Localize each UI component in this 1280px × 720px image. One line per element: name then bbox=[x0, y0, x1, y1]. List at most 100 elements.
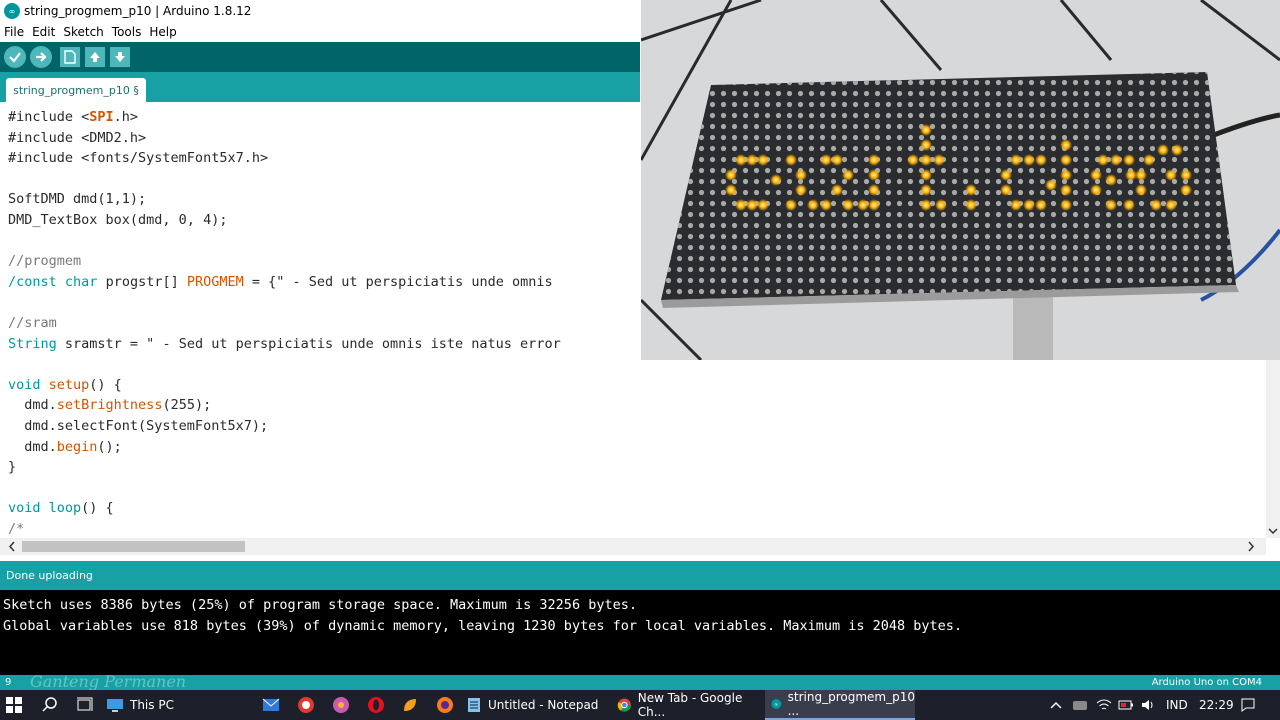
new-button[interactable] bbox=[60, 47, 80, 67]
led-panel-photo bbox=[641, 0, 1280, 360]
code-line: dmd.begin(); bbox=[8, 438, 122, 455]
menu-tools[interactable]: Tools bbox=[112, 25, 142, 39]
taskbar-item-label: string_progmem_p10 ... bbox=[787, 690, 915, 718]
chrome-icon bbox=[617, 698, 631, 712]
battery-icon bbox=[1118, 700, 1133, 710]
watermark: Ganteng Permanen bbox=[30, 672, 187, 691]
toolbar bbox=[0, 42, 640, 72]
menu-file[interactable]: File bbox=[4, 25, 24, 39]
code-line: dmd.setBrightness(255); bbox=[8, 397, 212, 414]
code-line: #include <fonts/SystemFont5x7.h> bbox=[8, 150, 269, 167]
clock-time: 22:29 bbox=[1199, 698, 1234, 712]
line-number: 9 bbox=[5, 677, 12, 688]
code-line: //progmem bbox=[8, 253, 82, 270]
menu-bar: File Edit Sketch Tools Help bbox=[0, 22, 640, 41]
new-icon bbox=[64, 50, 76, 64]
upload-icon bbox=[36, 52, 47, 62]
window-title: string_progmem_p10 | Arduino 1.8.12 bbox=[24, 4, 252, 18]
speaker-icon bbox=[1142, 700, 1153, 710]
code-line: /* bbox=[8, 520, 25, 537]
firefox-button[interactable] bbox=[436, 690, 454, 720]
code-line: DMD_TextBox box(dmd, 0, 4); bbox=[8, 211, 228, 228]
verify-button[interactable] bbox=[4, 46, 26, 68]
task-view-icon bbox=[77, 697, 93, 711]
task-view-button[interactable] bbox=[76, 690, 94, 720]
notepad-icon bbox=[468, 698, 480, 712]
mail-icon bbox=[262, 698, 280, 711]
tray-app-icon bbox=[1073, 701, 1087, 710]
chevron-up-icon bbox=[1050, 701, 1062, 709]
start-button[interactable] bbox=[6, 690, 28, 720]
menu-sketch[interactable]: Sketch bbox=[63, 25, 103, 39]
taskbar: This PC Untitled - Notepad New Tab - Goo… bbox=[0, 690, 1280, 720]
board-port: Arduino Uno on COM4 bbox=[1151, 677, 1262, 688]
code-line: #include <DMD2.h> bbox=[8, 129, 147, 146]
taskbar-item-label: This PC bbox=[130, 698, 174, 712]
wifi-icon bbox=[1096, 699, 1112, 710]
scroll-right-icon[interactable] bbox=[1244, 538, 1258, 555]
menu-help[interactable]: Help bbox=[149, 25, 176, 39]
code-line: SoftDMD dmd(1,1); bbox=[8, 191, 147, 208]
title-bar: ∞ string_progmem_p10 | Arduino 1.8.12 bbox=[0, 0, 640, 22]
console-output[interactable]: Sketch uses 8386 bytes (25%) of program … bbox=[0, 590, 1280, 675]
arduino-logo-icon: ∞ bbox=[4, 3, 20, 19]
windows-icon bbox=[6, 697, 22, 713]
mail-app-button[interactable] bbox=[262, 690, 280, 720]
search-button[interactable] bbox=[42, 690, 58, 720]
folder-pc-icon bbox=[107, 699, 123, 712]
tab-sketch[interactable]: string_progmem_p10 § bbox=[6, 78, 146, 102]
code-line: dmd.selectFont(SystemFont5x7); bbox=[8, 417, 269, 434]
clock[interactable]: 22:29 bbox=[1199, 690, 1234, 720]
menu-edit[interactable]: Edit bbox=[32, 25, 55, 39]
save-button[interactable] bbox=[110, 47, 130, 67]
app-leaf-button[interactable] bbox=[401, 690, 419, 720]
camera-icon bbox=[298, 697, 314, 713]
volume-control[interactable] bbox=[1140, 690, 1156, 720]
tab-strip: string_progmem_p10 § bbox=[0, 72, 640, 102]
save-icon bbox=[115, 52, 125, 62]
app-button[interactable] bbox=[332, 690, 350, 720]
taskbar-item-this-pc[interactable]: This PC bbox=[106, 690, 246, 720]
taskbar-item-notepad[interactable]: Untitled - Notepad bbox=[466, 690, 612, 720]
vertical-scrollbar[interactable] bbox=[1266, 360, 1280, 538]
code-line: String sramstr = " - Sed ut perspiciatis… bbox=[8, 335, 561, 352]
scroll-left-icon[interactable] bbox=[5, 538, 19, 555]
language-indicator[interactable]: IND bbox=[1166, 690, 1188, 720]
scroll-down-icon[interactable] bbox=[1266, 524, 1280, 538]
app-circle-icon bbox=[333, 697, 349, 713]
code-line: /const char progstr[] PROGMEM = {" - Sed… bbox=[8, 273, 553, 290]
show-hidden-icons[interactable] bbox=[1050, 690, 1062, 720]
status-message: Done uploading bbox=[6, 569, 93, 582]
verify-icon bbox=[9, 52, 21, 63]
open-button[interactable] bbox=[85, 47, 105, 67]
console-line: Global variables use 818 bytes (39%) of … bbox=[3, 618, 963, 634]
opera-icon bbox=[368, 697, 384, 713]
camera-app-button[interactable] bbox=[297, 690, 315, 720]
taskbar-item-label: New Tab - Google Ch... bbox=[637, 691, 743, 719]
battery-status[interactable] bbox=[1118, 690, 1134, 720]
horizontal-scrollbar[interactable] bbox=[0, 538, 1266, 555]
arduino-icon: ∞ bbox=[771, 699, 782, 709]
tray-app[interactable] bbox=[1072, 690, 1088, 720]
code-line: void loop() { bbox=[8, 500, 114, 517]
code-line: void setup() { bbox=[8, 376, 122, 393]
svg-text:∞: ∞ bbox=[774, 702, 778, 708]
scrollbar-thumb[interactable] bbox=[22, 541, 245, 552]
taskbar-item-arduino[interactable]: ∞ string_progmem_p10 ... bbox=[765, 690, 915, 720]
upload-button[interactable] bbox=[30, 46, 52, 68]
code-text[interactable]: #include <SPI.h> #include <DMD2.h> #incl… bbox=[8, 107, 561, 539]
code-line: #include <SPI.h> bbox=[8, 109, 139, 125]
opera-button[interactable] bbox=[367, 690, 385, 720]
notification-icon bbox=[1241, 698, 1255, 712]
code-line: } bbox=[8, 459, 17, 476]
status-bar: Done uploading bbox=[0, 561, 1280, 590]
console-line: Sketch uses 8386 bytes (25%) of program … bbox=[3, 597, 637, 613]
footer-bar: 9 Ganteng Permanen Arduino Uno on COM4 bbox=[0, 672, 1280, 691]
code-line: //sram bbox=[8, 314, 57, 331]
leaf-icon bbox=[404, 699, 416, 711]
notifications-button[interactable] bbox=[1240, 690, 1256, 720]
taskbar-item-chrome[interactable]: New Tab - Google Ch... bbox=[617, 690, 763, 720]
taskbar-item-label: Untitled - Notepad bbox=[488, 698, 599, 712]
search-icon bbox=[42, 697, 57, 712]
wifi-status[interactable] bbox=[1096, 690, 1112, 720]
